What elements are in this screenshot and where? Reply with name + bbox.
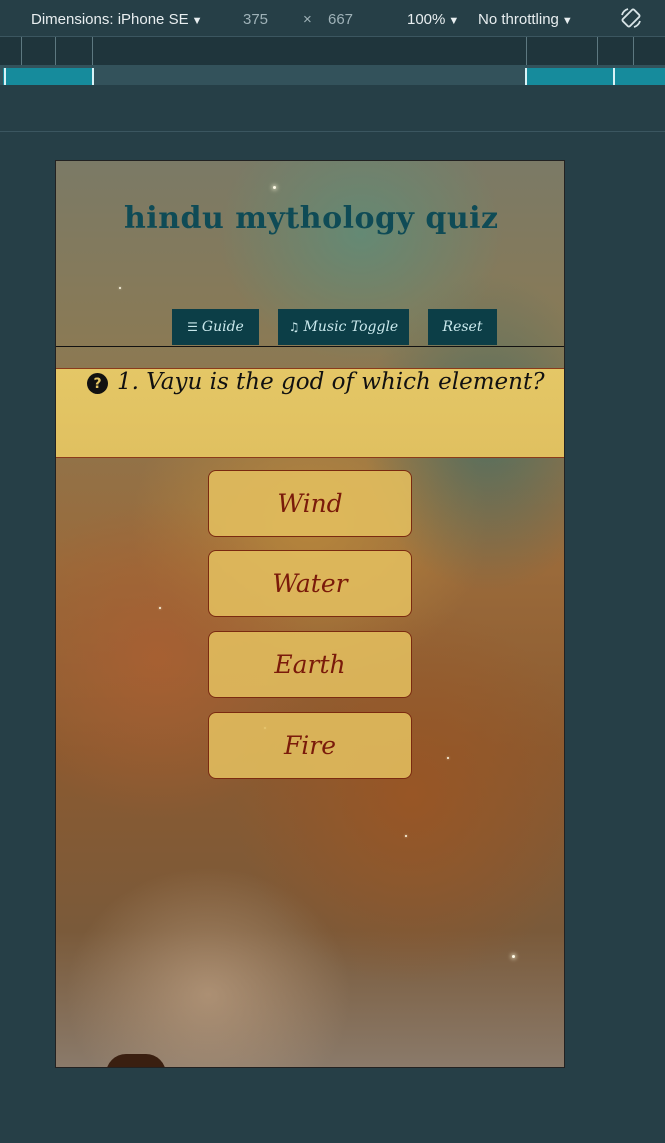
header-divider [56, 346, 564, 347]
chevron-down-icon: ▼ [191, 15, 203, 27]
answer-button[interactable]: Fire [208, 712, 412, 779]
zoom-label: 100% [407, 11, 446, 28]
chevron-down-icon: ▼ [448, 15, 460, 27]
media-query-ruler [0, 36, 665, 65]
list-icon: ☰ [187, 320, 198, 334]
device-viewport: hindu mythology quiz ☰ Guide ♫ Music Tog… [55, 160, 565, 1068]
throttle-dropdown[interactable]: No throttling ▼ [478, 11, 573, 28]
device-dropdown[interactable]: Dimensions: iPhone SE ▼ [31, 11, 202, 28]
width-input[interactable]: 375 [243, 11, 268, 28]
height-input[interactable]: 667 [328, 11, 353, 28]
reset-label: Reset [442, 319, 483, 335]
music-icon: ♫ [288, 320, 300, 334]
question-circle-icon: ? [87, 373, 108, 394]
rotate-icon[interactable] [619, 6, 643, 30]
site-title: hindu mythology quiz [124, 201, 499, 236]
devtools-toolbar: Dimensions: iPhone SE ▼ 375 × 667 100% ▼ N… [0, 0, 665, 36]
throttle-label: No throttling [478, 11, 559, 28]
question-panel: ? 1. Vayu is the god of which element? [56, 368, 564, 458]
dimension-separator: × [303, 11, 312, 28]
zoom-dropdown[interactable]: 100% ▼ [407, 11, 459, 28]
question-text: 1. Vayu is the god of which element? [117, 369, 545, 395]
guide-button[interactable]: ☰ Guide [172, 309, 259, 345]
answer-button[interactable]: Water [208, 550, 412, 617]
answer-button[interactable]: Earth [208, 631, 412, 698]
answer-button[interactable]: Wind [208, 470, 412, 537]
reset-button[interactable]: Reset [428, 309, 497, 345]
ruler-divider [0, 131, 665, 132]
music-toggle-button[interactable]: ♫ Music Toggle [278, 309, 409, 345]
device-label: Dimensions: iPhone SE [31, 11, 189, 28]
music-toggle-label: Music Toggle [303, 319, 399, 335]
chevron-down-icon: ▼ [561, 15, 573, 27]
media-query-bar[interactable] [0, 65, 665, 85]
background-figure [106, 1054, 166, 1067]
guide-label: Guide [201, 319, 244, 335]
